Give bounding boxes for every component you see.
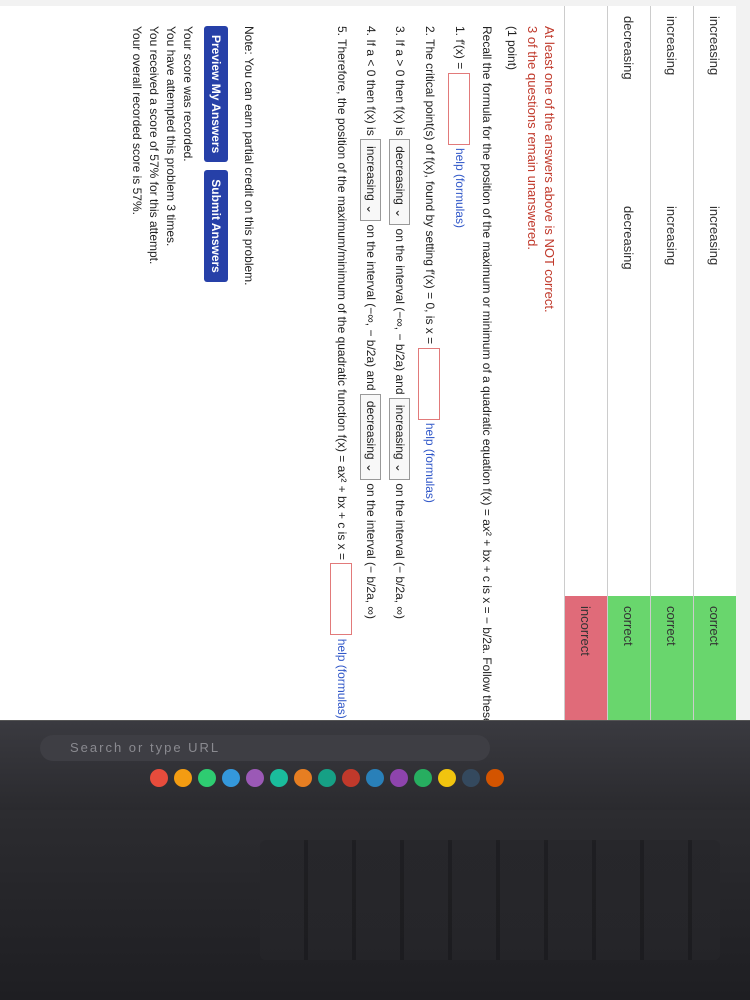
app-dock bbox=[150, 769, 504, 787]
answer-input-5[interactable] bbox=[330, 563, 352, 636]
step-3: 3. If a > 0 then f(x) is decreasing ⌄ on… bbox=[389, 26, 410, 720]
monitor-screen: increasing increasing correct increasing inc… bbox=[0, 0, 750, 720]
step-4-text-c: on the interval (− b/2a, ∞) bbox=[364, 483, 378, 619]
partial-credit-note: Note: You can earn partial credit on thi… bbox=[242, 26, 256, 286]
summary-status: correct bbox=[693, 596, 736, 720]
feedback-line-2: 3 of the questions remain unanswered. bbox=[525, 26, 540, 251]
score-line-4: Your overall recorded score is 57%. bbox=[130, 26, 144, 215]
step-2-text: 2. The critical point(s) of f(x), found … bbox=[422, 26, 437, 345]
summary-row: increasing increasing correct bbox=[650, 6, 694, 720]
score-line-1: Your score was recorded. bbox=[181, 26, 195, 162]
step-1-text: 1. f′(x) = bbox=[452, 26, 467, 70]
summary-answer: increasing bbox=[650, 6, 694, 196]
step-1: 1. f′(x) = help (formulas) bbox=[448, 26, 470, 720]
help-link[interactable]: help (formulas) bbox=[423, 423, 437, 503]
step-3-text-a: 3. If a > 0 then f(x) is bbox=[393, 26, 407, 136]
summary-status: incorrect bbox=[564, 596, 608, 720]
url-search-bar[interactable]: Search or type URL bbox=[40, 735, 490, 761]
app-icon[interactable] bbox=[486, 769, 504, 787]
app-icon[interactable] bbox=[462, 769, 480, 787]
app-icon[interactable] bbox=[222, 769, 240, 787]
step-4-select-1-value: increasing bbox=[364, 146, 378, 201]
app-icon[interactable] bbox=[150, 769, 168, 787]
step-5: 5. Therefore, the position of the maximu… bbox=[330, 26, 352, 720]
summary-entered: increasing bbox=[693, 196, 736, 596]
app-icon[interactable] bbox=[246, 769, 264, 787]
summary-entered bbox=[564, 196, 608, 596]
app-icon[interactable] bbox=[438, 769, 456, 787]
step-3-text-b: on the interval (−∞, − b/2a) and bbox=[393, 228, 407, 395]
step-4-text-b: on the interval (−∞, − b/2a) and bbox=[364, 224, 378, 391]
problem-points: (1 point) bbox=[505, 26, 519, 71]
step-4-select-2[interactable]: decreasing ⌄ bbox=[360, 393, 381, 480]
summary-row: incorrect bbox=[564, 6, 608, 720]
chevron-down-icon: ⌄ bbox=[364, 462, 378, 473]
answer-input-1[interactable] bbox=[448, 72, 470, 145]
problem-intro: Recall the formula for the position of t… bbox=[480, 26, 494, 720]
app-icon[interactable] bbox=[270, 769, 288, 787]
step-4-select-2-value: decreasing bbox=[364, 400, 378, 460]
summary-row: increasing increasing correct bbox=[693, 6, 736, 720]
answer-input-2[interactable] bbox=[418, 347, 440, 420]
app-icon[interactable] bbox=[414, 769, 432, 787]
chevron-down-icon: ⌄ bbox=[393, 208, 407, 219]
help-link[interactable]: help (formulas) bbox=[453, 148, 467, 228]
summary-row: decreasing decreasing correct bbox=[607, 6, 651, 720]
summary-status: correct bbox=[607, 596, 651, 720]
submit-answers-button[interactable]: Submit Answers bbox=[204, 170, 228, 282]
app-icon[interactable] bbox=[318, 769, 336, 787]
feedback-message: At least one of the answers above is NOT… bbox=[524, 26, 558, 313]
keyboard-keys bbox=[260, 840, 720, 960]
laptop-keyboard-area bbox=[0, 810, 750, 1000]
problem-body: (1 point) Recall the formula for the pos… bbox=[322, 26, 520, 720]
app-icon[interactable] bbox=[390, 769, 408, 787]
score-line-3: You received a score of 57% for this att… bbox=[147, 26, 161, 265]
app-icon[interactable] bbox=[294, 769, 312, 787]
summary-answer: increasing bbox=[693, 6, 736, 196]
step-3-text-c: on the interval (− b/2a, ∞) bbox=[393, 483, 407, 619]
step-3-select-1-value: decreasing bbox=[393, 146, 407, 205]
step-3-select-2[interactable]: increasing ⌄ bbox=[389, 397, 410, 480]
step-3-select-2-value: increasing bbox=[393, 404, 407, 460]
preview-answers-button[interactable]: Preview My Answers bbox=[204, 26, 228, 163]
score-line-2: You have attempted this problem 3 times. bbox=[164, 26, 178, 247]
answer-summary-table: increasing increasing correct increasing inc… bbox=[564, 6, 736, 720]
app-icon[interactable] bbox=[366, 769, 384, 787]
button-row: Preview My Answers Submit Answers bbox=[204, 26, 228, 282]
help-link[interactable]: help (formulas) bbox=[335, 639, 349, 719]
step-4: 4. If a < 0 then f(x) is increasing ⌄ on… bbox=[360, 26, 381, 720]
summary-entered: increasing bbox=[650, 196, 694, 596]
step-4-select-1[interactable]: increasing ⌄ bbox=[360, 139, 381, 222]
browser-taskbar: Search or type URL bbox=[0, 720, 750, 811]
step-3-select-1[interactable]: decreasing ⌄ bbox=[389, 139, 410, 226]
chevron-down-icon: ⌄ bbox=[393, 462, 407, 473]
summary-status: correct bbox=[650, 596, 694, 720]
app-icon[interactable] bbox=[342, 769, 360, 787]
webwork-page: increasing increasing correct increasing inc… bbox=[0, 6, 736, 720]
summary-answer: decreasing bbox=[607, 6, 651, 196]
score-summary: Your score was recorded. You have attemp… bbox=[128, 26, 196, 264]
chevron-down-icon: ⌄ bbox=[364, 204, 378, 215]
app-icon[interactable] bbox=[174, 769, 192, 787]
summary-entered: decreasing bbox=[607, 196, 651, 596]
step-4-text-a: 4. If a < 0 then f(x) is bbox=[364, 26, 378, 136]
summary-answer bbox=[564, 6, 608, 196]
app-icon[interactable] bbox=[198, 769, 216, 787]
step-5-text: 5. Therefore, the position of the maximu… bbox=[334, 26, 349, 561]
step-2: 2. The critical point(s) of f(x), found … bbox=[418, 26, 440, 720]
search-placeholder: Search or type URL bbox=[70, 740, 221, 755]
feedback-line-1: At least one of the answers above is NOT… bbox=[542, 26, 557, 313]
